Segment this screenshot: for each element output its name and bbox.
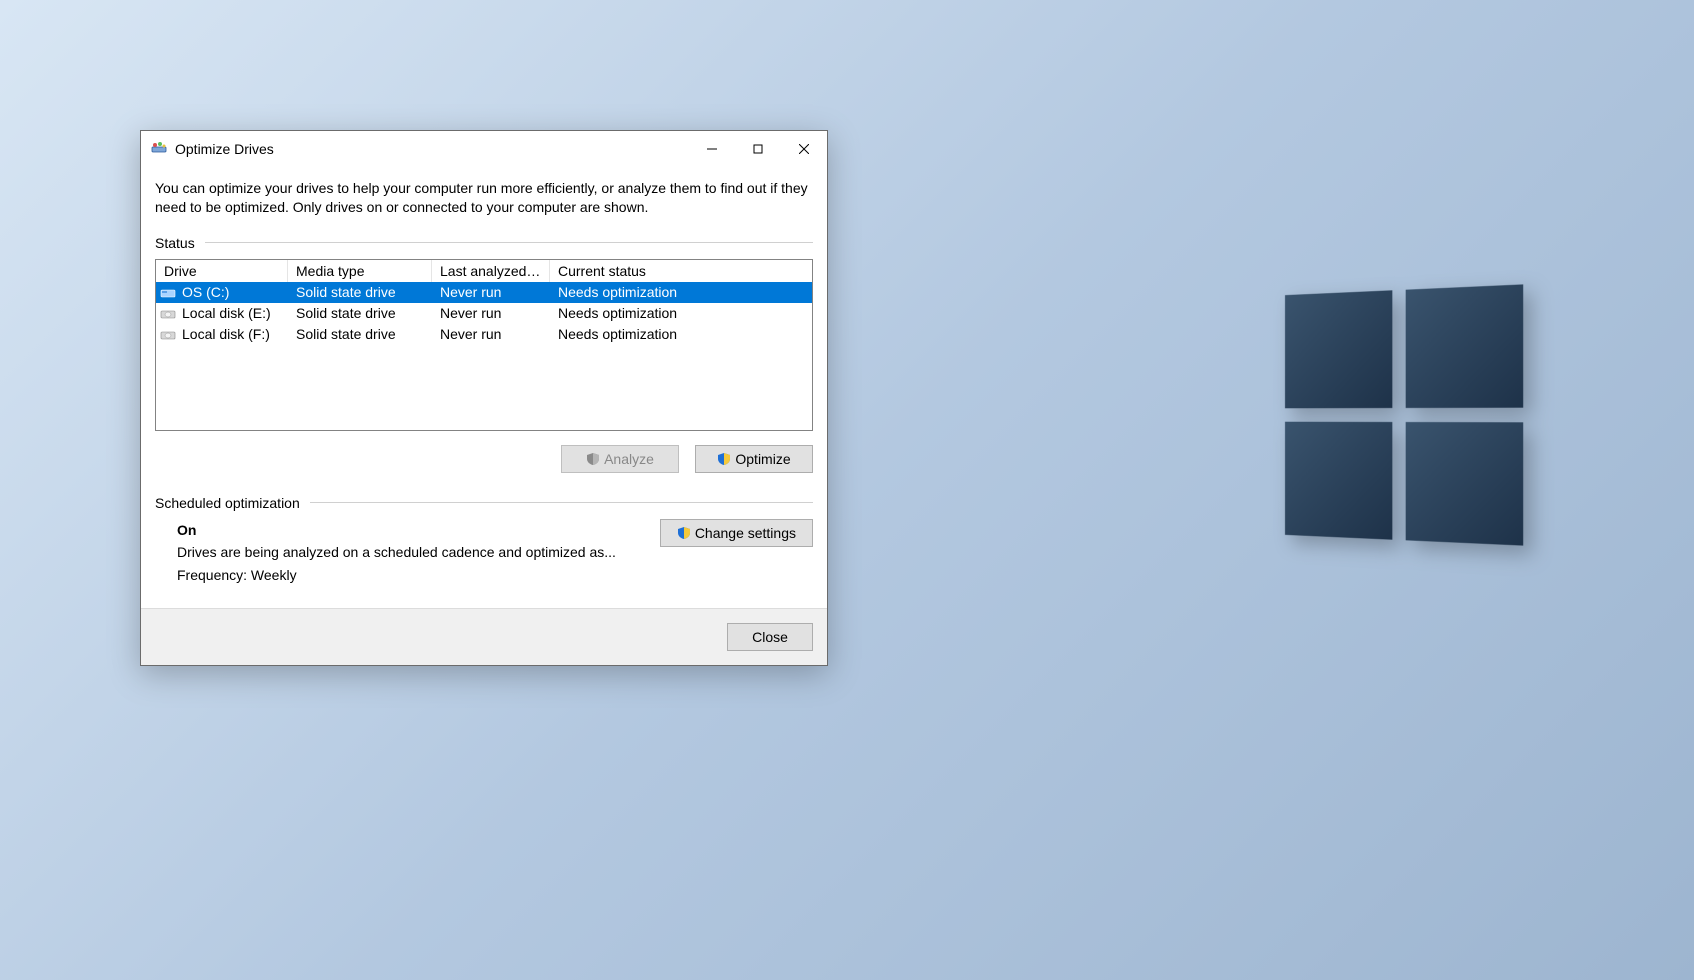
column-header-last[interactable]: Last analyzed or ... <box>432 260 550 282</box>
drive-last-analyzed: Never run <box>432 326 550 342</box>
shield-icon <box>677 526 691 540</box>
drive-icon <box>160 328 176 340</box>
maximize-button[interactable] <box>735 131 781 167</box>
drive-row[interactable]: OS (C:) Solid state driveNever runNeeds o… <box>156 282 812 303</box>
intro-text: You can optimize your drives to help you… <box>155 179 813 217</box>
drive-last-analyzed: Never run <box>432 305 550 321</box>
column-header-status[interactable]: Current status <box>550 260 812 282</box>
schedule-state: On <box>177 522 196 538</box>
drive-last-analyzed: Never run <box>432 284 550 300</box>
status-section-label: Status <box>155 235 195 251</box>
drive-name: OS (C:) <box>182 284 229 300</box>
optimize-button[interactable]: Optimize <box>695 445 813 473</box>
drive-name: Local disk (E:) <box>182 305 271 321</box>
optimize-button-label: Optimize <box>735 451 790 467</box>
divider <box>205 242 813 243</box>
minimize-button[interactable] <box>689 131 735 167</box>
schedule-description: Drives are being analyzed on a scheduled… <box>177 544 616 560</box>
drive-current-status: Needs optimization <box>550 326 812 342</box>
app-icon <box>151 141 167 157</box>
dialog-footer: Close <box>141 608 827 665</box>
drive-row[interactable]: Local disk (E:) Solid state driveNever ru… <box>156 303 812 324</box>
drives-list: Drive Media type Last analyzed or ... Cu… <box>155 259 813 431</box>
shield-icon <box>586 452 600 466</box>
close-dialog-label: Close <box>752 629 788 645</box>
column-header-drive[interactable]: Drive <box>156 260 288 282</box>
drive-current-status: Needs optimization <box>550 284 812 300</box>
column-header-media[interactable]: Media type <box>288 260 432 282</box>
shield-icon <box>717 452 731 466</box>
analyze-button-label: Analyze <box>604 451 654 467</box>
optimize-drives-window: Optimize Drives You can optimize your dr… <box>140 130 828 666</box>
window-title: Optimize Drives <box>175 141 274 157</box>
title-bar: Optimize Drives <box>141 131 827 167</box>
drive-media-type: Solid state drive <box>288 305 432 321</box>
divider <box>310 502 813 503</box>
drive-icon <box>160 286 176 298</box>
close-button[interactable] <box>781 131 827 167</box>
scheduled-section-label: Scheduled optimization <box>155 495 300 511</box>
list-header: Drive Media type Last analyzed or ... Cu… <box>156 260 812 282</box>
drive-media-type: Solid state drive <box>288 326 432 342</box>
drive-current-status: Needs optimization <box>550 305 812 321</box>
change-settings-label: Change settings <box>695 525 796 541</box>
drive-media-type: Solid state drive <box>288 284 432 300</box>
close-dialog-button[interactable]: Close <box>727 623 813 651</box>
drive-icon <box>160 307 176 319</box>
analyze-button[interactable]: Analyze <box>561 445 679 473</box>
schedule-frequency: Frequency: Weekly <box>177 567 297 583</box>
drive-name: Local disk (F:) <box>182 326 270 342</box>
windows-logo <box>1285 284 1523 545</box>
drive-row[interactable]: Local disk (F:) Solid state driveNever ru… <box>156 324 812 345</box>
change-settings-button[interactable]: Change settings <box>660 519 813 547</box>
